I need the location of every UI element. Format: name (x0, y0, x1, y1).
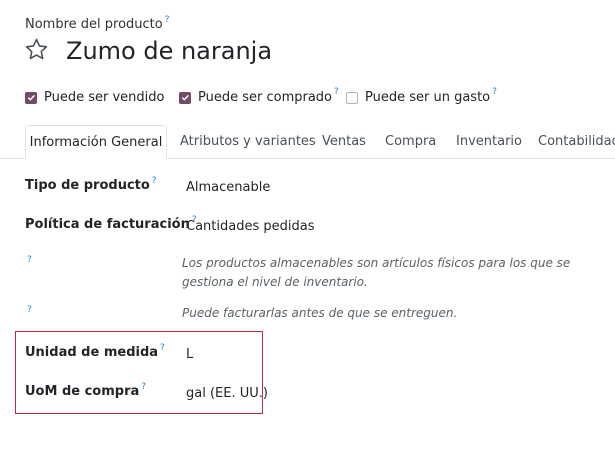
product-type-label: Tipo de producto? (25, 176, 157, 193)
checkbox-label: Puede ser comprado (198, 90, 333, 105)
product-name-field[interactable]: Zumo de naranja (66, 37, 272, 65)
checkbox-checked-icon[interactable] (25, 91, 37, 104)
tab-general-information[interactable]: Información General (25, 125, 167, 159)
uom-field[interactable]: L (186, 347, 193, 362)
checkbox-label: Puede ser vendido (44, 90, 165, 105)
help-tooltip-icon[interactable]: ? (152, 176, 157, 186)
help-tooltip-icon[interactable]: ? (334, 87, 339, 97)
invoice-policy-field[interactable]: Cantidades pedidas (186, 219, 314, 234)
purchase-uom-field[interactable]: gal (EE. UU.) (186, 386, 268, 401)
product-type-field[interactable]: Almacenable (186, 180, 270, 195)
invoice-policy-help-text: Puede facturarlas antes de que se entreg… (182, 306, 458, 320)
invoice-policy-label: Política de facturación? (25, 215, 197, 232)
help-tooltip-icon[interactable]: ? (160, 343, 165, 353)
help-tooltip-icon[interactable]: ? (27, 255, 32, 265)
help-tooltip-icon[interactable]: ? (141, 382, 146, 392)
uom-label: Unidad de medida? (25, 343, 165, 360)
purchase-uom-label: UoM de compra? (25, 382, 147, 399)
tab-accounting[interactable]: Contabilidad (538, 134, 615, 149)
checkbox-label: Puede ser un gasto (365, 90, 491, 105)
favorite-star-icon[interactable] (24, 37, 49, 62)
help-tooltip-icon[interactable]: ? (27, 305, 32, 315)
checkbox-unchecked-icon[interactable] (346, 91, 358, 104)
product-name-label: Nombre del producto? (25, 15, 170, 32)
checkbox-checked-icon[interactable] (179, 91, 191, 104)
tab-attributes-variants[interactable]: Atributos y variantes (180, 134, 316, 149)
checkbox-can-be-sold[interactable]: Puede ser vendido (25, 90, 164, 105)
help-tooltip-icon[interactable]: ? (165, 15, 170, 25)
checkbox-can-be-purchased[interactable]: Puede ser comprado? (179, 87, 339, 105)
tab-sales[interactable]: Ventas (322, 134, 366, 149)
product-type-help-text: Los productos almacenables son artículos… (182, 256, 571, 289)
tab-inventory[interactable]: Inventario (456, 134, 522, 149)
uom-highlight-box (15, 331, 263, 414)
checkbox-can-be-expensed[interactable]: Puede ser un gasto? (346, 87, 497, 105)
help-tooltip-icon[interactable]: ? (492, 87, 497, 97)
tab-purchase[interactable]: Compra (385, 134, 436, 149)
